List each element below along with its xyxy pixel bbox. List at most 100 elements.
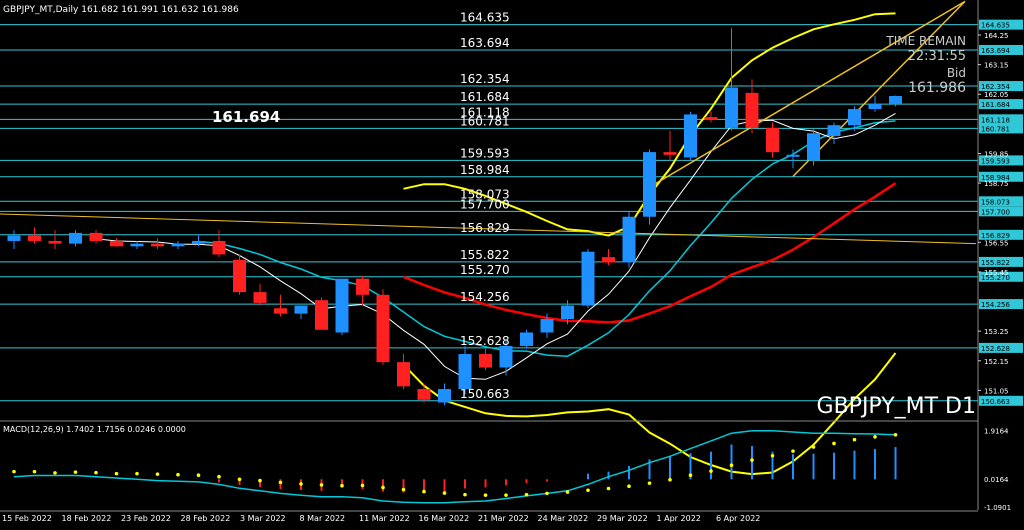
candle-body [69,232,82,244]
candle-body [725,87,738,128]
macd-signal-dot [155,472,160,476]
level-label: 155.270 [460,263,510,277]
level-tag-label: 159.593 [981,157,1010,165]
candle-body [171,243,185,247]
time-axis-label: 1 Apr 2022 [657,514,701,523]
level-label: 154.256 [460,290,510,304]
level-label: 158.984 [460,163,510,177]
axis-tick-label: 153.25 [984,328,1009,336]
axis-tick-label: 162.05 [984,91,1009,99]
macd-signal-dot [442,491,447,495]
candle-body [397,362,410,387]
candle-body [294,305,308,314]
macd-signal-dot [12,469,16,474]
macd-signal-dot [53,471,57,475]
axis-tick-label: 156.55 [984,239,1009,247]
axis-tick-label: 158.75 [984,180,1009,188]
macd-signal-dot [811,445,816,449]
macd-signal-dot [893,432,898,437]
time-remain-value: 22:31:55 [908,49,966,64]
time-axis-label: 15 Feb 2022 [2,514,52,523]
macd-signal-dot [504,493,508,497]
macd-signal-dot [463,492,467,497]
candle-body [848,109,861,126]
chart-window: 164.635 163.694 162.354 161.684 161.118 160.7… [0,0,1024,526]
candle-body [499,345,513,368]
candle-body [192,240,205,244]
macd-signal-dot [217,474,221,479]
candle-body [827,125,841,136]
price-chart[interactable]: 164.635163.694162.354161.684161.118160.7… [0,0,1024,526]
macd-signal-dot [524,492,529,497]
level-label: 152.628 [460,334,510,348]
candle-body [766,127,779,153]
axis-tick-label: 164.25 [984,32,1009,40]
macd-axis-label: 0.0164 [984,476,1009,484]
candle-body [581,251,595,306]
chart-watermark: GBPJPY_MT D1 [817,394,976,419]
level-tag-label: 164.635 [981,22,1010,30]
macd-signal-dot [381,485,385,490]
candle-body [28,235,41,241]
macd-axis-label: -1.0901 [984,504,1011,512]
candle-body [48,240,62,244]
macd-signal-dot [340,483,344,488]
macd-signal-dot [565,490,570,494]
candle-body [376,294,390,363]
time-axis-label: 8 Mar 2022 [300,514,346,523]
macd-axis-label: 1.9164 [984,427,1009,435]
macd-signal-dot [237,477,242,482]
candle-body [602,257,615,263]
macd-signal-dot [647,481,652,485]
macd-signal-dot [32,469,37,474]
time-axis-label: 21 Mar 2022 [478,514,529,523]
level-tag-label: 150.663 [981,398,1010,406]
candle-body [868,103,882,110]
candle-body [622,216,636,263]
candle-body [151,243,164,247]
macd-signal-dot [401,487,406,492]
macd-signal-dot [258,478,262,483]
level-label: 164.635 [460,11,510,25]
candle-body [786,154,800,157]
macd-signal-dot [94,470,98,475]
macd-signal-dot [278,480,283,485]
level-tag-label: 158.073 [981,198,1010,206]
macd-signal-dot [668,478,672,482]
macd-signal-dot [586,488,590,493]
axis-tick-label: 151.05 [984,387,1009,395]
bid-value: 161.986 [908,80,966,96]
candle-body [663,152,677,155]
candle-body [643,152,656,217]
macd-signal-dot [360,483,365,488]
candle-body [274,308,287,314]
level-tag-label: 160.781 [981,125,1010,133]
candle-body [335,278,349,333]
candle-body [89,232,103,241]
macd-signal-dot [319,483,324,487]
candle-body [356,278,369,295]
macd-signal-dot [73,470,78,474]
macd-signal-dot [545,491,549,496]
level-label: 162.354 [460,72,510,86]
level-tag-label: 161.684 [981,101,1010,109]
macd-signal-dot [299,482,303,486]
axis-tick-label: 163.15 [984,62,1009,70]
macd-signal-dot [114,471,119,476]
level-label: 163.694 [460,36,510,50]
time-axis-label: 23 Feb 2022 [121,514,171,523]
candle-body [438,389,451,403]
candle-body [417,389,431,400]
candle-body [212,240,226,255]
macd-signal-dot [729,463,734,468]
level-tag-label: 157.700 [981,208,1010,216]
candle-body [130,243,144,247]
time-axis-label: 29 Mar 2022 [597,514,648,523]
macd-signal-dot [873,435,877,439]
candle-body [479,354,492,368]
level-label: 156.829 [460,221,510,235]
time-axis-label: 24 Mar 2022 [538,514,589,523]
candle-body [520,332,533,346]
time-axis-label: 18 Feb 2022 [62,514,112,523]
time-axis-label: 3 Mar 2022 [240,514,286,523]
